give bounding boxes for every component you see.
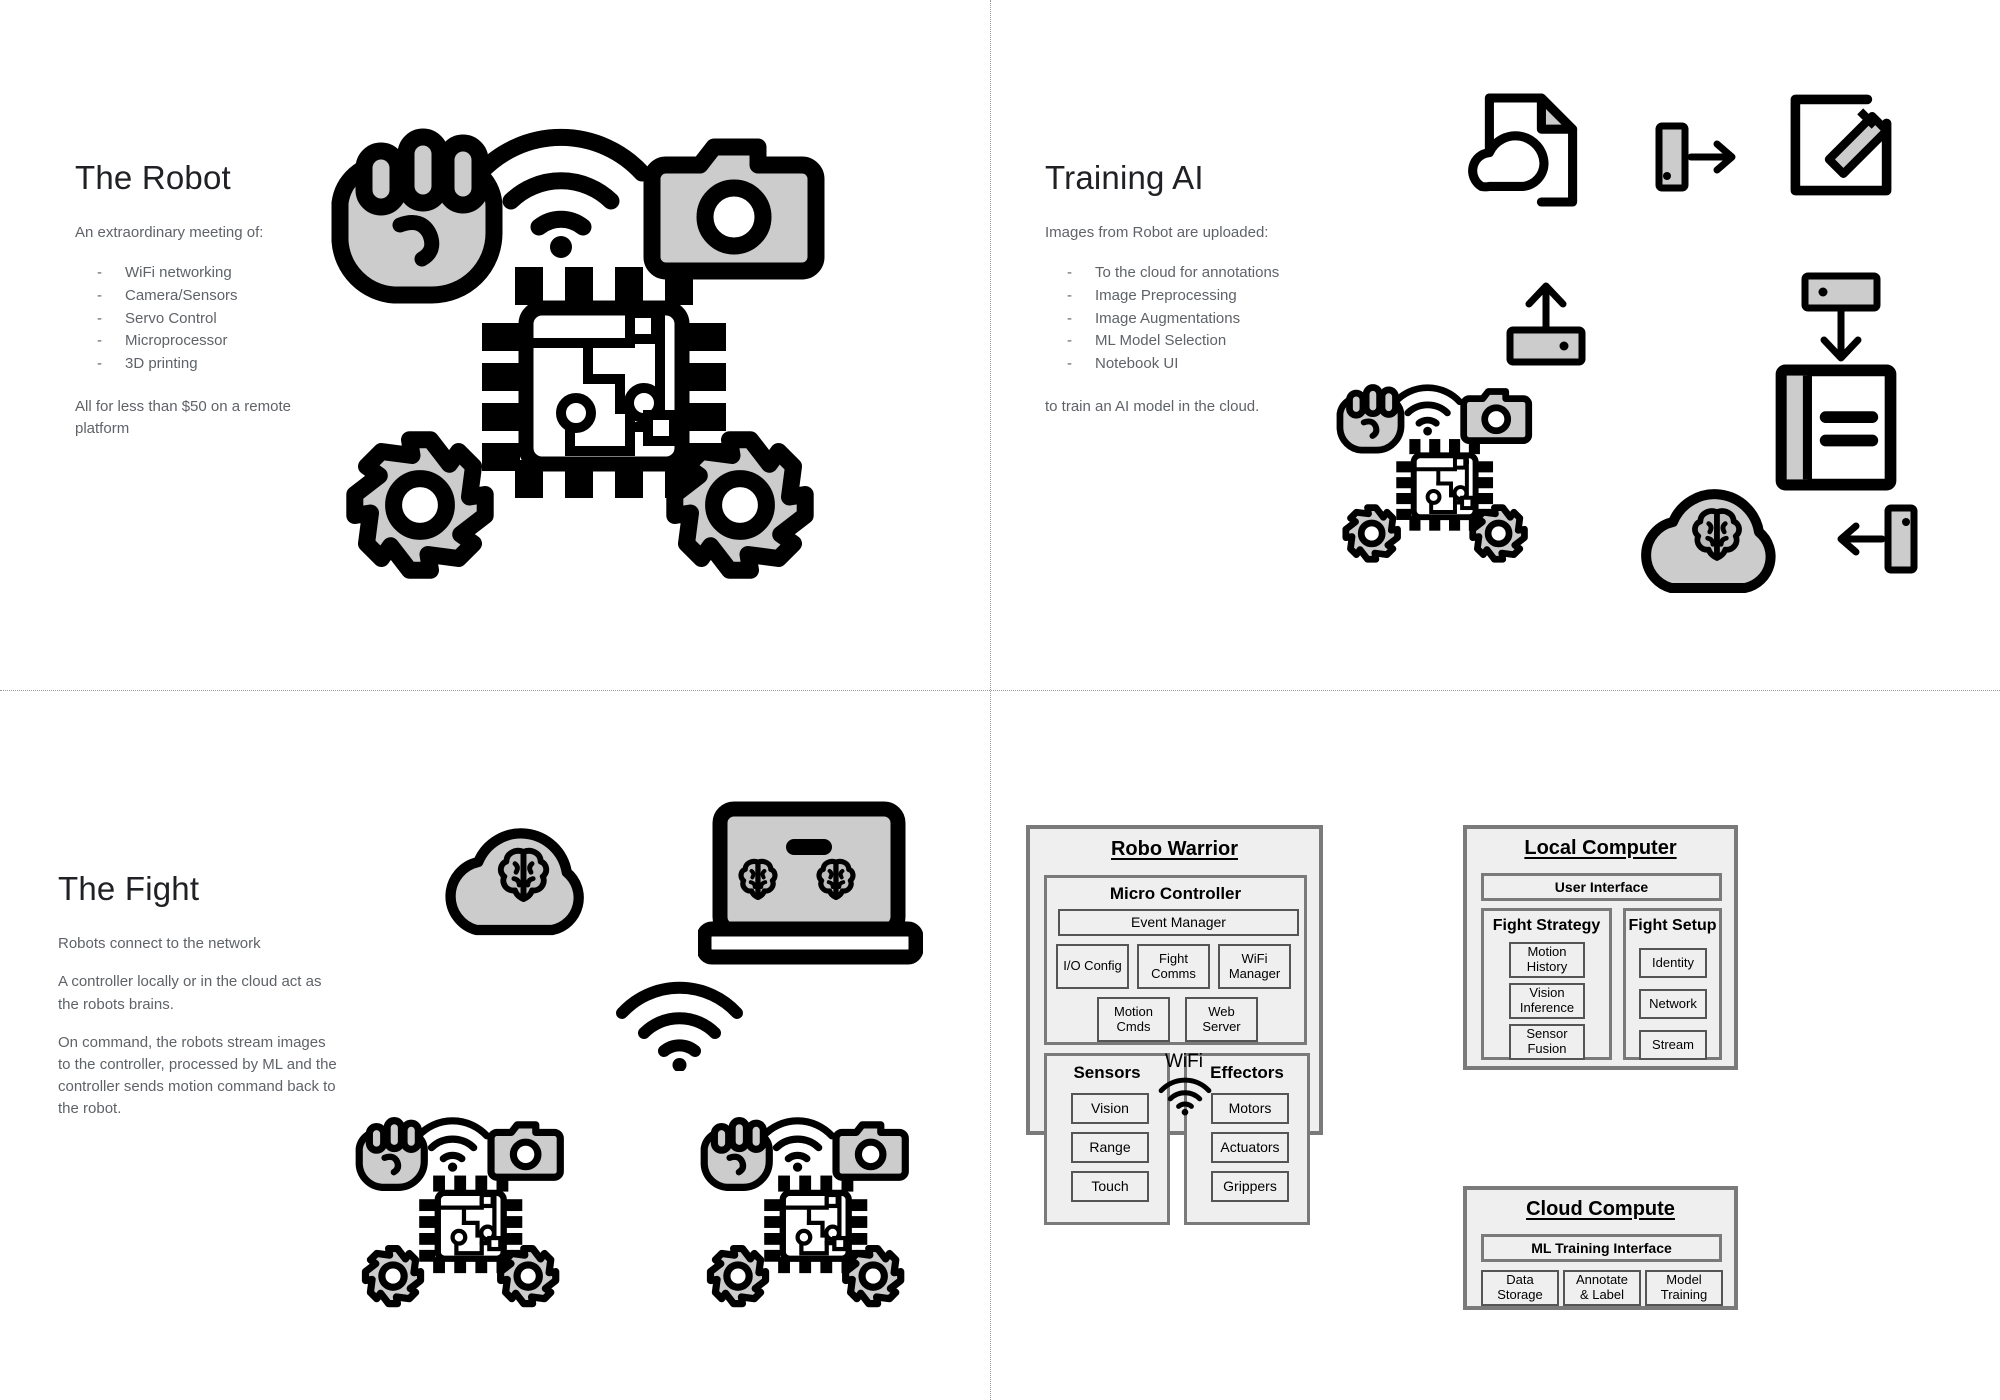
event-manager-box[interactable]: Event Manager [1058, 909, 1299, 936]
fight-strategy-group: Fight Strategy Motion History Vision Inf… [1481, 908, 1612, 1060]
list-item: - 3D printing [97, 353, 335, 376]
list-item-label: Camera/Sensors [125, 286, 238, 304]
list-item-label: Notebook UI [1095, 355, 1179, 373]
fight-paragraph: On command, the robots stream images to … [58, 1033, 337, 1118]
motion-history-box[interactable]: Motion History [1509, 942, 1585, 978]
training-lead-text: Images from Robot are uploaded: [1045, 224, 1269, 242]
page-title: Training AI [1045, 159, 1204, 196]
sensor-range-box[interactable]: Range [1071, 1132, 1149, 1163]
list-item: - Image Preprocessing [1067, 285, 1335, 308]
bullet-dash: - [1067, 264, 1072, 282]
data-storage-box[interactable]: Data Storage [1481, 1270, 1559, 1306]
micro-controller-title: Micro Controller [1109, 884, 1242, 903]
sensor-fusion-box[interactable]: Sensor Fusion [1509, 1024, 1585, 1060]
vision-inference-box[interactable]: Vision Inference [1509, 983, 1585, 1019]
network-box[interactable]: Network [1639, 989, 1707, 1019]
bullet-dash: - [97, 332, 102, 350]
bullet-dash: - [1067, 286, 1072, 304]
wifi-link-label: WiFi [1165, 1051, 1203, 1072]
web-server-box[interactable]: Web Server [1185, 997, 1258, 1042]
download-icon [1801, 272, 1881, 362]
fight-paragraph: A controller locally or in the cloud act… [58, 973, 322, 1013]
bullet-dash: - [97, 286, 102, 304]
architecture-diagram: Robo Warrior Micro Controller Event Mana… [991, 691, 2000, 1400]
robot-composite-icon [331, 128, 825, 579]
list-item-label: Microprocessor [125, 332, 228, 350]
effector-motors-box[interactable]: Motors [1211, 1093, 1289, 1124]
sensors-group: Sensors Vision Range Touch [1044, 1053, 1170, 1225]
arrow-left-to-bracket-icon [1837, 504, 1918, 574]
bullet-dash: - [97, 355, 102, 373]
robot-bullet-list: - WiFi networking - Camera/Sensors - Servo … [75, 262, 335, 376]
io-config-box[interactable]: I/O Config [1056, 944, 1129, 989]
list-item: - Image Augmentations [1067, 308, 1335, 331]
slide-deck-page: The Robot An extraordinary meeting of: -… [0, 0, 2000, 1400]
robot-footer-text: All for less than $50 on a remote platfo… [75, 398, 291, 438]
fight-setup-title: Fight Setup [1628, 917, 1717, 934]
list-item-label: Image Augmentations [1095, 309, 1241, 327]
list-item-label: Servo Control [125, 309, 217, 327]
ml-training-interface-box[interactable]: ML Training Interface [1481, 1234, 1722, 1262]
bullet-dash: - [1067, 332, 1072, 350]
bullet-dash: - [1067, 309, 1072, 327]
training-footer-text: to train an AI model in the cloud. [1045, 398, 1260, 416]
local-computer-group: Local Computer User Interface Fight Stra… [1463, 825, 1738, 1070]
notebook-icon [1775, 364, 1897, 491]
list-item-label: WiFi networking [125, 264, 232, 282]
list-item: - Notebook UI [1067, 353, 1335, 376]
page-title: The Robot [75, 159, 231, 196]
sensor-vision-box[interactable]: Vision [1071, 1093, 1149, 1124]
list-item: - WiFi networking [97, 262, 335, 285]
bullet-dash: - [1067, 355, 1072, 373]
list-item: - Servo Control [97, 308, 335, 331]
robot-composite-icon [700, 1117, 909, 1308]
list-item-label: To the cloud for annotations [1095, 264, 1280, 282]
effector-grippers-box[interactable]: Grippers [1211, 1171, 1289, 1202]
sensor-touch-box[interactable]: Touch [1071, 1171, 1149, 1202]
local-computer-title: Local Computer [1524, 837, 1677, 859]
cloud-compute-group: Cloud Compute ML Training Interface Data… [1463, 1186, 1738, 1310]
slide-the-fight: The Fight Robots connect to the network … [0, 691, 990, 1400]
cloud-document-icon [1468, 93, 1578, 207]
laptop-brain-icon [698, 801, 923, 965]
fight-paragraph: Robots connect to the network [58, 935, 261, 953]
robot-composite-icon [355, 1117, 564, 1308]
user-interface-box[interactable]: User Interface [1481, 873, 1722, 901]
brain-cloud-icon [445, 828, 584, 936]
list-item: - Microprocessor [97, 330, 335, 353]
list-item: - Camera/Sensors [97, 285, 335, 308]
fight-strategy-title: Fight Strategy [1492, 917, 1601, 934]
micro-controller-group: Micro Controller Event Manager I/O Confi… [1044, 875, 1307, 1045]
brain-cloud-icon [1641, 489, 1776, 593]
wifi-manager-box[interactable]: WiFi Manager [1218, 944, 1291, 989]
list-item-label: Image Preprocessing [1095, 286, 1237, 304]
fight-comms-box[interactable]: Fight Comms [1137, 944, 1210, 989]
list-item: - To the cloud for annotations [1067, 262, 1335, 285]
annotate-label-box[interactable]: Annotate & Label [1563, 1270, 1641, 1306]
bullet-dash: - [97, 264, 102, 282]
page-title: The Fight [58, 870, 200, 907]
stream-box[interactable]: Stream [1639, 1030, 1707, 1060]
motion-cmds-box[interactable]: Motion Cmds [1097, 997, 1170, 1042]
robot-lead-text: An extraordinary meeting of: [75, 224, 264, 242]
model-training-box[interactable]: Model Training [1645, 1270, 1723, 1306]
training-bullet-list: - To the cloud for annotations - Image Pre… [1045, 262, 1335, 376]
slide-the-robot: The Robot An extraordinary meeting of: -… [0, 0, 990, 690]
pencil-square-icon [1790, 94, 1892, 196]
list-item-label: 3D printing [125, 355, 198, 373]
list-item: - ML Model Selection [1067, 330, 1335, 353]
identity-box[interactable]: Identity [1639, 948, 1707, 978]
arrow-right-from-bracket-icon [1655, 122, 1736, 192]
effector-actuators-box[interactable]: Actuators [1211, 1132, 1289, 1163]
robot-composite-icon [1336, 384, 1533, 563]
fight-setup-group: Fight Setup Identity Network Stream [1623, 908, 1722, 1060]
cloud-compute-title: Cloud Compute [1526, 1198, 1675, 1220]
robo-warrior-title: Robo Warrior [1110, 838, 1239, 860]
bullet-dash: - [97, 309, 102, 327]
wifi-icon [616, 981, 743, 1071]
slide-training-ai: Training AI Images from Robot are upload… [991, 0, 2000, 690]
list-item-label: ML Model Selection [1095, 332, 1227, 350]
wifi-icon [1158, 1077, 1212, 1116]
